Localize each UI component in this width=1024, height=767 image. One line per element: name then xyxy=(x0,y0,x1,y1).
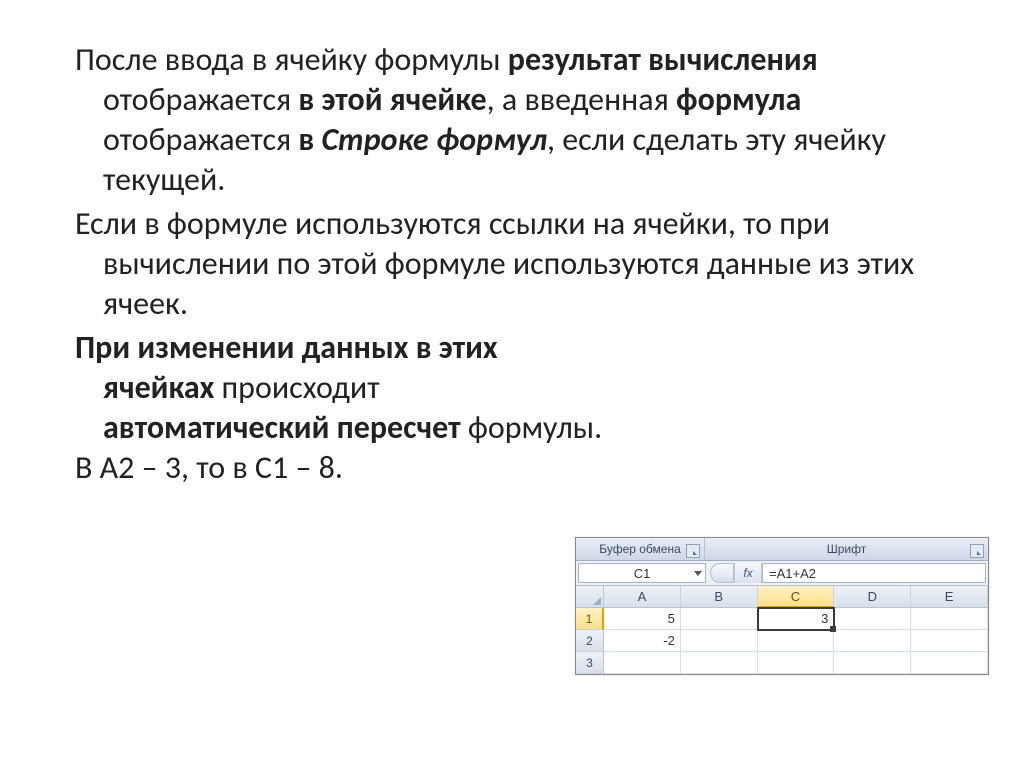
p3-run1: происходит xyxy=(214,368,379,407)
col-header-a[interactable]: A xyxy=(604,586,681,608)
paragraph-1: После ввода в ячейку формулы результат в… xyxy=(45,40,979,200)
formula-bar-expand[interactable] xyxy=(710,563,734,583)
col-header-d[interactable]: D xyxy=(834,586,911,608)
cell-b3[interactable] xyxy=(681,652,758,674)
cell-a3[interactable] xyxy=(604,652,681,674)
cell-d2[interactable] xyxy=(834,630,911,652)
cell-b1[interactable] xyxy=(681,608,758,630)
ribbon-group-clipboard: Буфер обмена xyxy=(576,538,705,560)
paragraph-2: Если в формуле используются ссылки на яч… xyxy=(45,204,979,324)
cell-b2[interactable] xyxy=(681,630,758,652)
dialog-launcher-icon[interactable] xyxy=(970,544,984,558)
paragraph-3: При изменении данных в этих ячейках прои… xyxy=(45,328,603,448)
cell-e2[interactable] xyxy=(911,630,988,652)
fx-label: fx xyxy=(743,566,752,580)
col-header-b[interactable]: B xyxy=(681,586,758,608)
formula-value: =A1+A2 xyxy=(769,566,816,581)
excel-screenshot: Буфер обмена Шрифт C1 fx =A1+A2 A xyxy=(575,537,989,675)
select-all-corner[interactable] xyxy=(576,586,604,608)
name-box[interactable]: C1 xyxy=(578,563,706,583)
name-box-value: C1 xyxy=(634,566,651,581)
cell-c1[interactable]: 3 xyxy=(758,608,835,630)
p1-run4: отображается xyxy=(103,120,298,159)
p1-run1: После ввода в ячейку формулы xyxy=(75,40,508,79)
cell-e3[interactable] xyxy=(911,652,988,674)
p1-run3: , а введенная xyxy=(487,80,676,119)
ribbon-group-labels: Буфер обмена Шрифт xyxy=(576,538,988,561)
p1-run2: отображается xyxy=(103,80,298,119)
cell-e1[interactable] xyxy=(911,608,988,630)
p3-bold2: автоматический пересчет xyxy=(103,408,461,447)
p1-bold3: формула xyxy=(676,80,801,119)
ribbon-group-font-label: Шрифт xyxy=(827,542,866,556)
cell-d1[interactable] xyxy=(834,608,911,630)
p1-bold4: в xyxy=(298,120,321,159)
paragraph-4: В А2 – 3, то в С1 – 8. xyxy=(45,448,603,488)
body-text: После ввода в ячейку формулы результат в… xyxy=(45,40,979,488)
col-header-e[interactable]: E xyxy=(911,586,988,608)
p1-bold2: в этой ячейке xyxy=(298,80,486,119)
insert-function-button[interactable]: fx xyxy=(734,563,762,583)
ribbon-group-font: Шрифт xyxy=(705,538,988,560)
cell-a2[interactable]: -2 xyxy=(604,630,681,652)
cell-c3[interactable] xyxy=(758,652,835,674)
p3-run2: формулы. xyxy=(461,408,603,447)
cell-d3[interactable] xyxy=(834,652,911,674)
ribbon-group-clipboard-label: Буфер обмена xyxy=(599,542,681,556)
dialog-launcher-icon[interactable] xyxy=(686,544,700,558)
chevron-down-icon[interactable] xyxy=(694,571,702,576)
row-header-3[interactable]: 3 xyxy=(576,652,604,674)
row-header-1[interactable]: 1 xyxy=(576,608,604,630)
formula-bar: C1 fx =A1+A2 xyxy=(576,561,988,586)
cell-c2[interactable] xyxy=(758,630,835,652)
p1-bold1: результат вычисления xyxy=(508,40,818,79)
col-header-c[interactable]: C xyxy=(758,586,835,608)
cell-a1[interactable]: 5 xyxy=(604,608,681,630)
spreadsheet-grid: A B C D E 1 5 3 2 -2 3 xyxy=(576,586,988,674)
p1-bolditalic: Строке формул xyxy=(321,120,547,159)
formula-input[interactable]: =A1+A2 xyxy=(762,563,986,583)
row-header-2[interactable]: 2 xyxy=(576,630,604,652)
